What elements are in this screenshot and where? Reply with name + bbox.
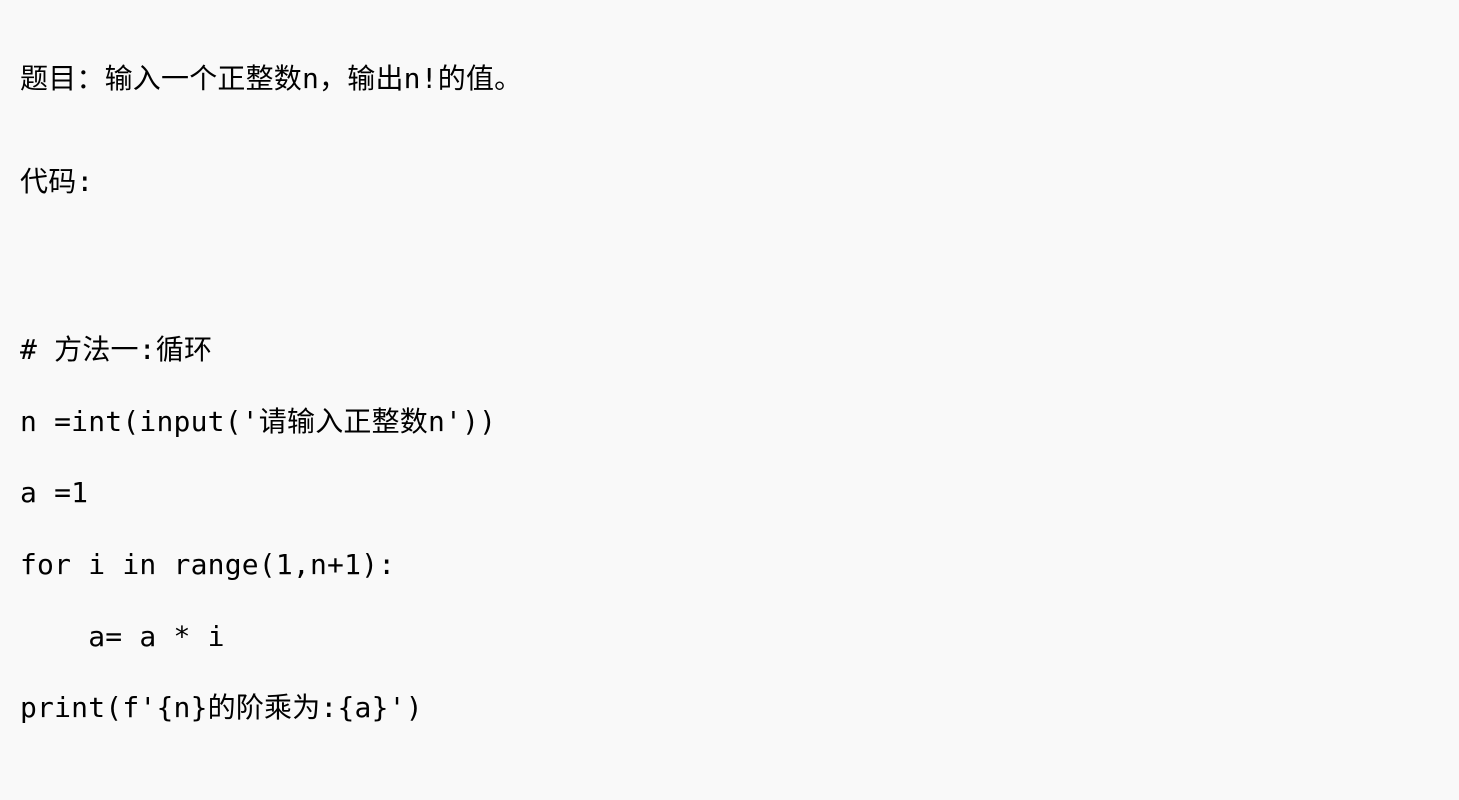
code-line: print(f'{n}的阶乘为:{a}') <box>20 690 1439 726</box>
code-line: n =int(input('请输入正整数n')) <box>20 404 1439 440</box>
code-line: a =1 <box>20 475 1439 511</box>
code-line: # 方法一:循环 <box>20 332 1439 368</box>
problem-statement: 题目：输入一个正整数n，输出n!的值。 <box>20 61 1439 97</box>
code-block: # 方法一:循环 n =int(input('请输入正整数n')) a =1 f… <box>20 296 1439 800</box>
code-line: a= a * i <box>20 619 1439 655</box>
blank-line <box>20 762 1439 798</box>
code-label: 代码: <box>20 164 1439 200</box>
document-page: 题目：输入一个正整数n，输出n!的值。 代码: # 方法一:循环 n =int(… <box>0 0 1459 800</box>
code-line: for i in range(1,n+1): <box>20 547 1439 583</box>
